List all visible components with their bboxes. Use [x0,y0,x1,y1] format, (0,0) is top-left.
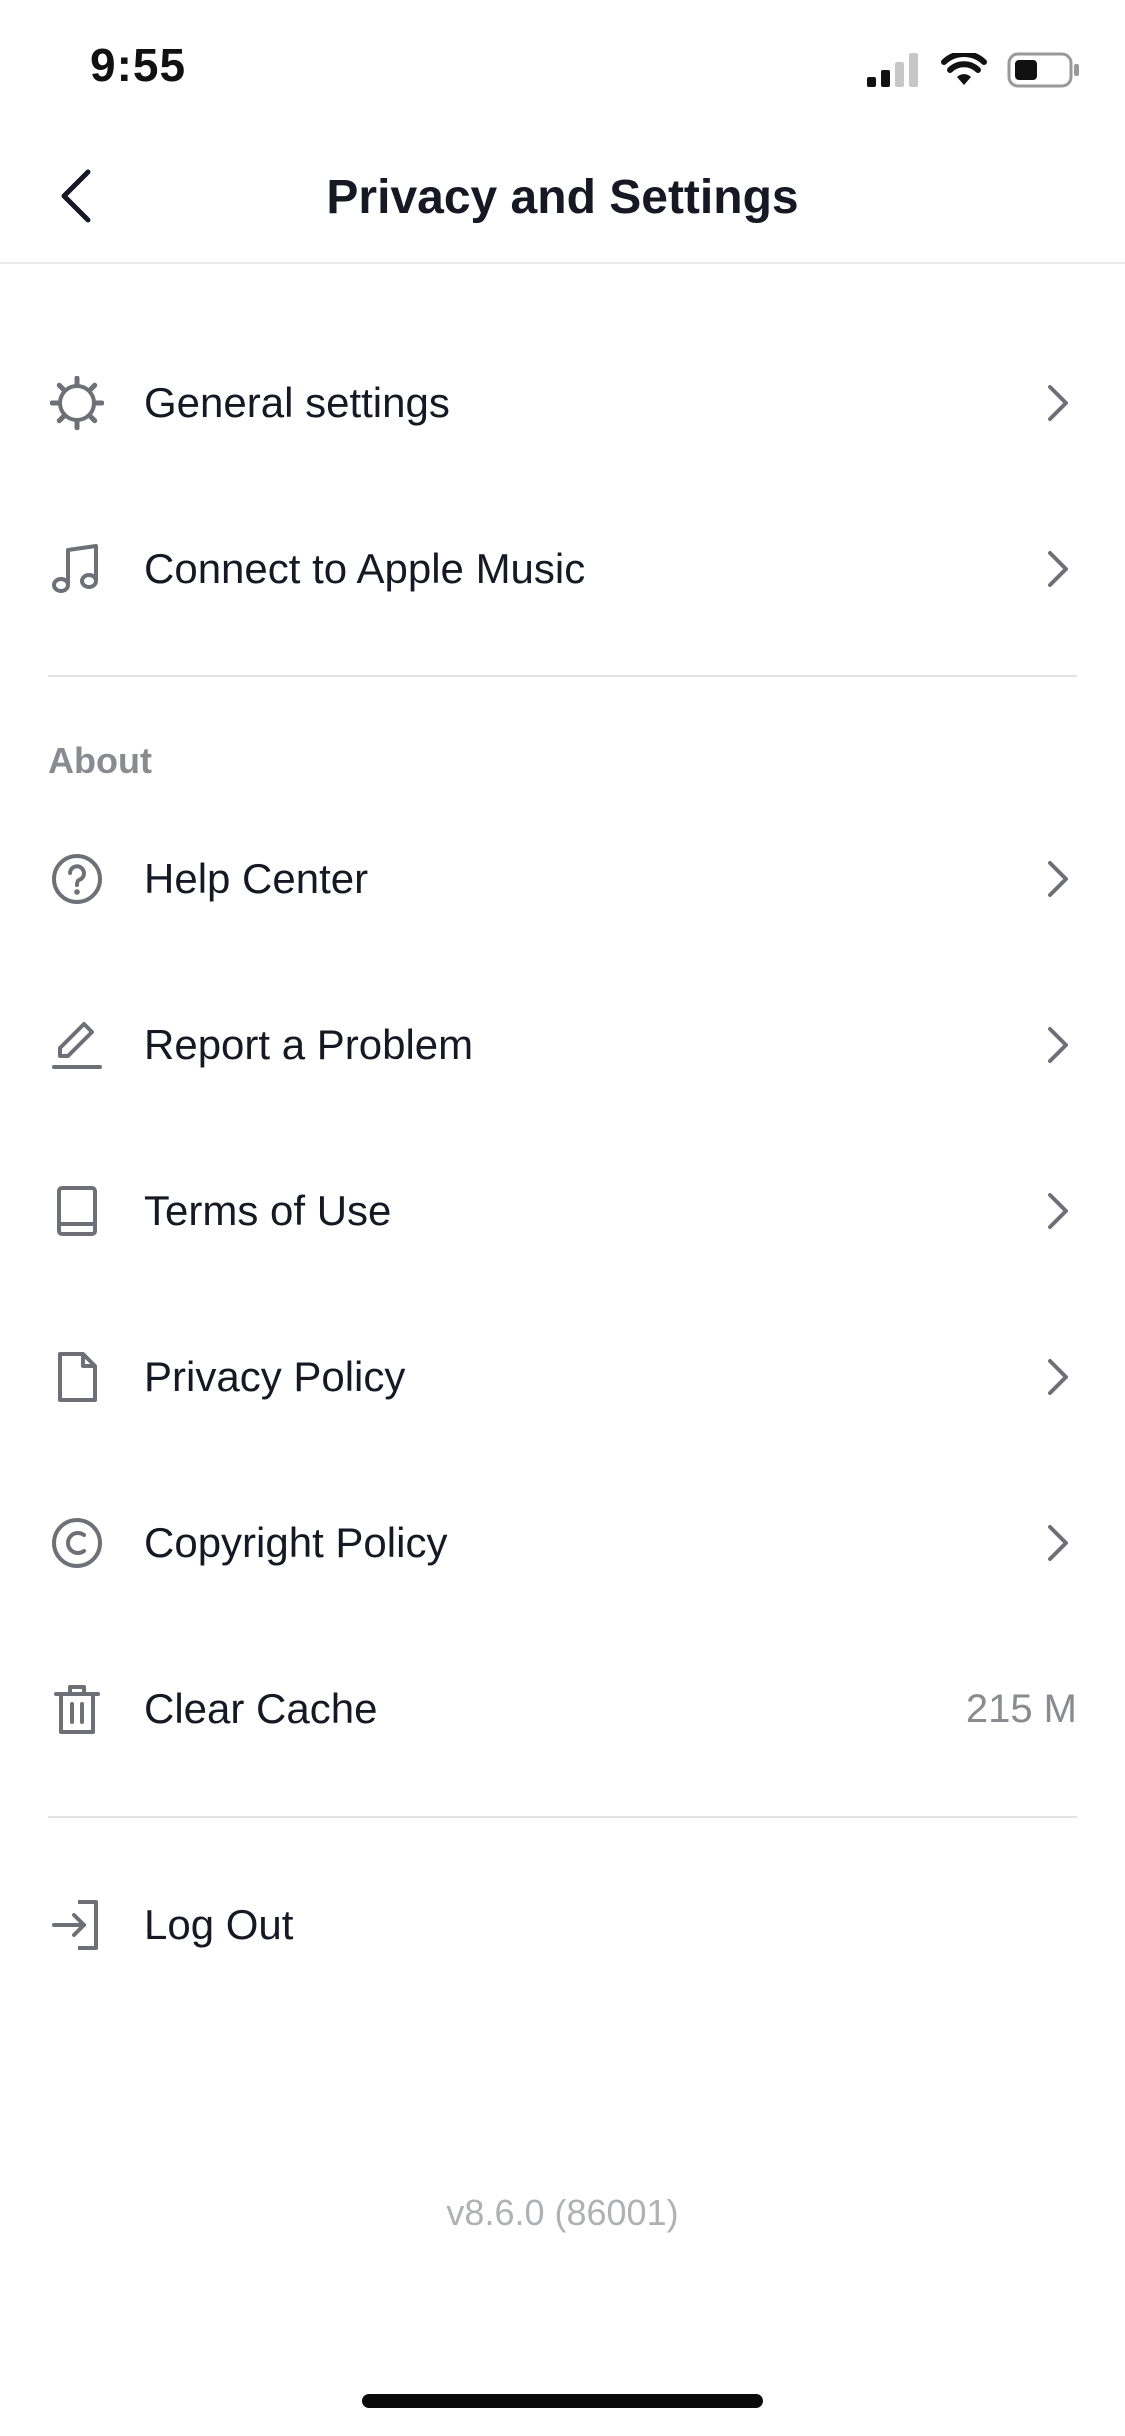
question-circle-icon [48,850,106,908]
chevron-right-icon [1043,857,1073,901]
book-icon [48,1182,106,1240]
menu-item-help-center[interactable]: Help Center [0,796,1125,962]
chevron-right-icon [1043,1521,1073,1565]
home-indicator[interactable] [362,2394,763,2408]
copyright-icon [48,1514,106,1572]
menu-item-label: General settings [144,379,450,426]
menu-item-label: Privacy Policy [144,1353,406,1400]
section-divider [48,1816,1077,1818]
menu-item-clear-cache[interactable]: Clear Cache 215 M [0,1626,1125,1792]
chevron-right-icon [1043,1023,1073,1067]
status-time: 9:55 [90,39,187,91]
menu-item-connect-apple-music[interactable]: Connect to Apple Music [0,486,1125,652]
gear-icon [48,374,106,432]
menu-item-label: Help Center [144,855,369,902]
logout-icon [48,1896,106,1954]
menu-item-privacy-policy[interactable]: Privacy Policy [0,1294,1125,1460]
chevron-right-icon [1043,381,1073,425]
nav-bar: Privacy and Settings [0,130,1125,264]
menu-item-report-problem[interactable]: Report a Problem [0,962,1125,1128]
trash-icon [48,1680,106,1738]
document-icon [48,1348,106,1406]
chevron-right-icon [1043,1355,1073,1399]
section-header-about: About [48,740,152,781]
menu-item-terms-of-use[interactable]: Terms of Use [0,1128,1125,1294]
status-bar: 9:55 [0,0,1125,130]
section-divider [48,675,1077,677]
wifi-icon [941,53,987,85]
music-note-icon [48,540,106,598]
battery-icon [1007,52,1079,88]
menu-item-label: Clear Cache [144,1685,378,1732]
menu-item-label: Terms of Use [144,1187,392,1234]
page-title: Privacy and Settings [326,171,799,224]
cellular-signal-icon [867,53,918,87]
menu-item-general-settings[interactable]: General settings [0,320,1125,486]
menu-item-label: Connect to Apple Music [144,545,586,592]
chevron-right-icon [1043,547,1073,591]
menu-item-copyright-policy[interactable]: Copyright Policy [0,1460,1125,1626]
cache-size-value: 215 M [965,1686,1077,1731]
status-icons [867,48,1081,92]
menu-item-label: Copyright Policy [144,1519,448,1566]
pencil-icon [48,1016,106,1074]
logout-label: Log Out [144,1901,294,1948]
logout-button[interactable]: Log Out [0,1842,1125,2008]
app-version: v8.6.0 (86001) [446,2192,679,2233]
menu-item-label: Report a Problem [144,1021,474,1068]
chevron-right-icon [1043,1189,1073,1233]
